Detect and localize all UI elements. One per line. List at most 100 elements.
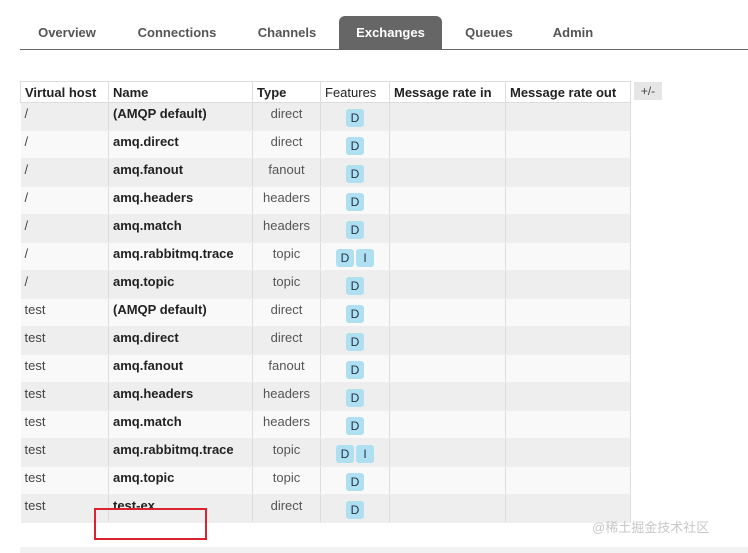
features-cell: D (320, 326, 390, 355)
header-virtual-host[interactable]: Virtual host (20, 81, 109, 103)
table-row[interactable]: test amq.match headers D (20, 410, 631, 439)
durable-badge: D (336, 445, 354, 463)
features-cell: DI (320, 242, 390, 271)
internal-badge: I (356, 445, 374, 463)
durable-badge: D (346, 501, 364, 519)
vhost-cell: / (20, 214, 109, 243)
features-cell: D (320, 186, 390, 215)
exchange-name-link[interactable]: amq.match (108, 214, 253, 243)
exchange-name-link[interactable]: amq.match (108, 410, 253, 439)
message-rate-out-cell (505, 298, 631, 327)
exchange-name-link[interactable]: (AMQP default) (108, 298, 253, 327)
exchange-name-link[interactable]: amq.rabbitmq.trace (108, 438, 253, 467)
tab-queues[interactable]: Queues (450, 16, 528, 49)
message-rate-out-cell (505, 270, 631, 299)
type-cell: headers (252, 410, 321, 439)
exchanges-table: Virtual host Name Type Features Message … (20, 81, 631, 523)
message-rate-in-cell (389, 158, 506, 187)
durable-badge: D (346, 165, 364, 183)
durable-badge: D (346, 361, 364, 379)
tab-channels[interactable]: Channels (240, 16, 334, 49)
table-row[interactable]: test amq.topic topic D (20, 466, 631, 495)
header-name[interactable]: Name (108, 81, 253, 103)
header-type[interactable]: Type (252, 81, 321, 103)
message-rate-out-cell (505, 158, 631, 187)
message-rate-in-cell (389, 382, 506, 411)
table-header-row: Virtual host Name Type Features Message … (20, 81, 631, 103)
type-cell: topic (252, 270, 321, 299)
vhost-cell: test (20, 466, 109, 495)
message-rate-out-cell (505, 242, 631, 271)
features-cell: D (320, 410, 390, 439)
features-cell: D (320, 158, 390, 187)
vhost-cell: / (20, 242, 109, 271)
tab-exchanges[interactable]: Exchanges (339, 16, 442, 49)
tab-admin[interactable]: Admin (536, 16, 610, 49)
table-row[interactable]: test (AMQP default) direct D (20, 298, 631, 327)
features-cell: D (320, 494, 390, 523)
exchange-name-link[interactable]: amq.fanout (108, 354, 253, 383)
header-features: Features (320, 81, 390, 103)
header-message-rate-in: Message rate in (389, 81, 506, 103)
exchange-name-link[interactable]: amq.fanout (108, 158, 253, 187)
main-tab-bar: Overview Connections Channels Exchanges … (20, 16, 748, 50)
type-cell: fanout (252, 158, 321, 187)
message-rate-in-cell (389, 354, 506, 383)
watermark-text: @稀土掘金技术社区 (592, 520, 710, 535)
exchange-name-link[interactable]: amq.rabbitmq.trace (108, 242, 253, 271)
durable-badge: D (346, 473, 364, 491)
exchange-name-link[interactable]: amq.headers (108, 382, 253, 411)
exchange-name-link[interactable]: amq.topic (108, 270, 253, 299)
features-cell: D (320, 466, 390, 495)
exchange-name-link[interactable]: amq.direct (108, 130, 253, 159)
message-rate-in-cell (389, 102, 506, 131)
type-cell: headers (252, 186, 321, 215)
exchange-name-link[interactable]: amq.direct (108, 326, 253, 355)
internal-badge: I (356, 249, 374, 267)
header-message-rate-out: Message rate out (505, 81, 631, 103)
tab-overview[interactable]: Overview (20, 16, 114, 49)
message-rate-out-cell (505, 466, 631, 495)
table-row[interactable]: / amq.direct direct D (20, 130, 631, 159)
exchange-name-link[interactable]: amq.topic (108, 466, 253, 495)
vhost-cell: test (20, 326, 109, 355)
message-rate-in-cell (389, 270, 506, 299)
durable-badge: D (346, 333, 364, 351)
type-cell: direct (252, 102, 321, 131)
durable-badge: D (346, 221, 364, 239)
table-row[interactable]: / amq.match headers D (20, 214, 631, 243)
durable-badge: D (346, 305, 364, 323)
highlight-annotation-box (94, 508, 207, 540)
features-cell: D (320, 130, 390, 159)
features-cell: D (320, 382, 390, 411)
table-row[interactable]: test amq.rabbitmq.trace topic D I (20, 438, 631, 467)
features-cell: D (320, 298, 390, 327)
table-row[interactable]: test amq.direct direct D (20, 326, 631, 355)
message-rate-out-cell (505, 186, 631, 215)
exchange-name-link[interactable]: amq.headers (108, 186, 253, 215)
tab-connections[interactable]: Connections (120, 16, 234, 49)
table-row[interactable]: / amq.topic topic D (20, 270, 631, 299)
exchange-name-link[interactable]: (AMQP default) (108, 102, 253, 131)
type-cell: topic (252, 438, 321, 467)
table-row[interactable]: / amq.fanout fanout D (20, 158, 631, 187)
table-row[interactable]: test amq.fanout fanout D (20, 354, 631, 383)
message-rate-in-cell (389, 494, 506, 523)
features-cell: DI (320, 438, 390, 467)
durable-badge: D (336, 249, 354, 267)
vhost-cell: / (20, 270, 109, 299)
type-cell: headers (252, 382, 321, 411)
columns-toggle-button[interactable]: +/- (634, 82, 662, 100)
durable-badge: D (346, 193, 364, 211)
table-row[interactable]: / (AMQP default) direct D (20, 102, 631, 131)
vhost-cell: test (20, 382, 109, 411)
table-row[interactable]: / amq.rabbitmq.trace topic D I (20, 242, 631, 271)
vhost-cell: test (20, 438, 109, 467)
vhost-cell: / (20, 158, 109, 187)
vhost-cell: test (20, 410, 109, 439)
features-cell: D (320, 354, 390, 383)
durable-badge: D (346, 137, 364, 155)
table-row[interactable]: test amq.headers headers D (20, 382, 631, 411)
table-row[interactable]: / amq.headers headers D (20, 186, 631, 215)
vhost-cell: / (20, 130, 109, 159)
